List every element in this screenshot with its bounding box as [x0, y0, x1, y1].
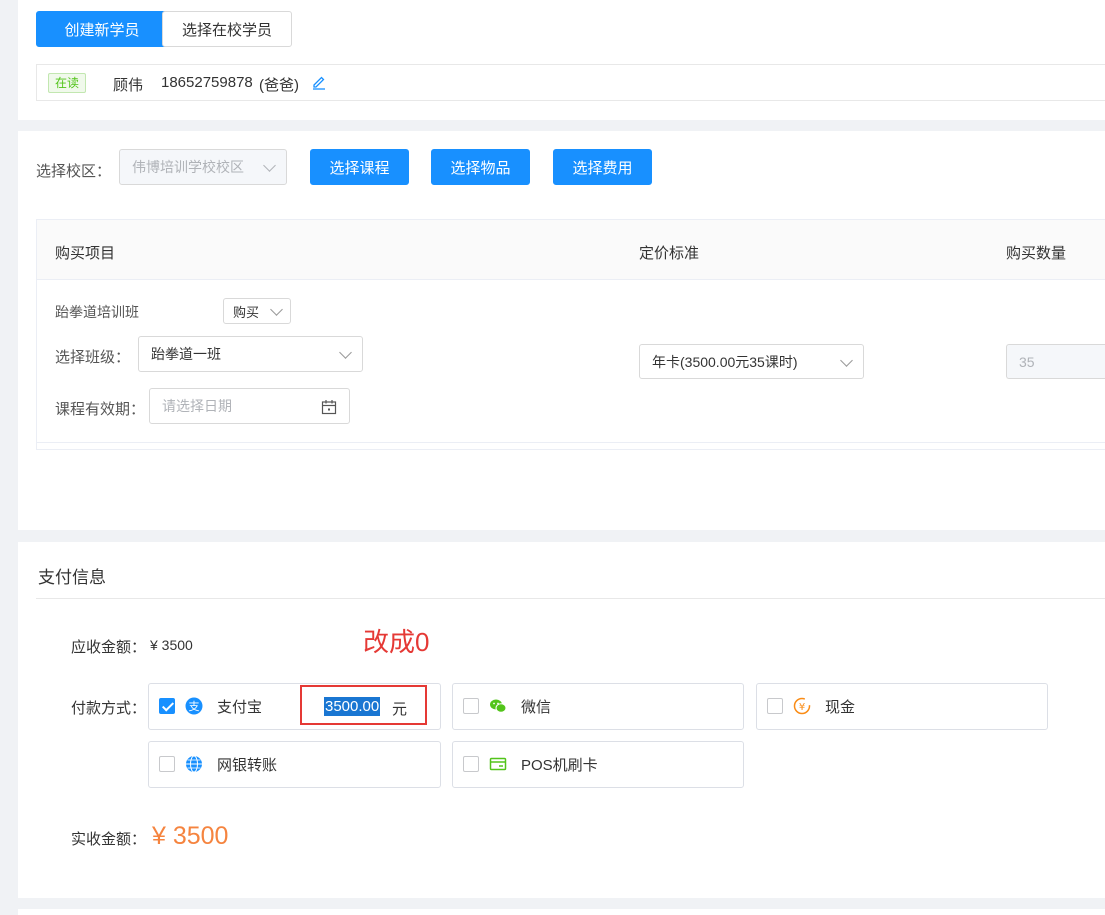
validity-placeholder: 请选择日期: [162, 398, 232, 414]
payment-option-alipay[interactable]: 支 支付宝 3500.00 元: [148, 683, 441, 730]
divider: [36, 598, 1105, 599]
column-header-quantity: 购买数量: [1006, 245, 1067, 262]
validity-date-input[interactable]: 请选择日期: [149, 388, 350, 424]
validity-label: 课程有效期：: [55, 401, 146, 418]
section-title: 支付信息: [38, 568, 106, 587]
student-name: 顾伟: [113, 77, 144, 94]
cash-checkbox[interactable]: [767, 698, 783, 714]
online-banking-label: 网银转账: [217, 757, 278, 774]
campus-label: 选择校区：: [36, 163, 112, 180]
course-name: 跆拳道培训班: [55, 304, 139, 320]
actual-amount-value: ¥ 3500: [152, 822, 229, 850]
alipay-checkbox[interactable]: [159, 698, 175, 714]
pos-checkbox[interactable]: [463, 756, 479, 772]
alipay-amount-input[interactable]: 3500.00 元: [300, 685, 427, 725]
payment-method-label: 付款方式：: [71, 700, 147, 717]
alipay-amount-unit: 元: [392, 701, 408, 718]
chevron-down-icon: [263, 159, 276, 172]
alipay-icon: 支: [185, 697, 203, 715]
table-row: 跆拳道培训班 购买 选择班级： 跆拳道一班 课程有效期： 请选择日期 年卡(35…: [37, 280, 1105, 443]
student-info-bar: 在读 顾伟 18652759878 (爸爸): [36, 64, 1105, 101]
wechat-icon: [489, 697, 507, 715]
wechat-checkbox[interactable]: [463, 698, 479, 714]
select-student-button[interactable]: 选择在校学员: [162, 11, 292, 47]
chevron-down-icon: [270, 303, 283, 316]
payment-option-online-banking[interactable]: 网银转账: [148, 741, 441, 788]
bottom-panel: [18, 909, 1105, 915]
payment-option-wechat[interactable]: 微信: [452, 683, 744, 730]
buy-type-value: 购买: [233, 304, 260, 320]
calendar-icon: [321, 399, 337, 415]
receivable-value: ¥ 3500: [150, 637, 193, 653]
card-icon: [489, 755, 507, 773]
select-goods-button[interactable]: 选择物品: [431, 149, 530, 185]
cash-icon: ¥: [793, 697, 811, 715]
chevron-down-icon: [339, 346, 352, 359]
status-badge: 在读: [48, 73, 87, 93]
table-header: 购买项目 定价标准 购买数量: [37, 220, 1105, 280]
quantity-value: 35: [1019, 353, 1035, 370]
class-label: 选择班级：: [55, 349, 131, 366]
column-header-item: 购买项目: [55, 245, 116, 262]
globe-icon: [185, 755, 203, 773]
student-phone: 18652759878: [161, 74, 253, 91]
payment-panel: 支付信息 应收金额： ¥ 3500 改成0 付款方式： 支 支付宝 3500.0…: [18, 542, 1105, 898]
create-student-button[interactable]: 创建新学员: [36, 11, 168, 47]
payment-option-cash[interactable]: ¥ 现金: [756, 683, 1048, 730]
buy-type-select[interactable]: 购买: [223, 298, 291, 324]
column-header-price: 定价标准: [639, 245, 700, 262]
order-table: 购买项目 定价标准 购买数量 跆拳道培训班 购买 选择班级： 跆拳道一班 课程有…: [36, 219, 1105, 450]
select-fee-button[interactable]: 选择费用: [553, 149, 652, 185]
price-value: 年卡(3500.00元35课时): [652, 353, 798, 370]
actual-amount-label: 实收金额：: [71, 831, 147, 848]
online-banking-checkbox[interactable]: [159, 756, 175, 772]
cash-label: 现金: [825, 699, 856, 716]
campus-select: 伟博培训学校校区: [119, 149, 287, 185]
annotation-text: 改成0: [363, 627, 430, 657]
receivable-label: 应收金额：: [71, 639, 147, 656]
class-value: 跆拳道一班: [151, 346, 221, 362]
student-relation: (爸爸): [259, 77, 299, 94]
quantity-input[interactable]: 35: [1006, 344, 1105, 379]
svg-text:支: 支: [189, 700, 200, 713]
alipay-label: 支付宝: [217, 699, 263, 716]
price-select[interactable]: 年卡(3500.00元35课时): [639, 344, 864, 379]
edit-icon[interactable]: [311, 74, 327, 90]
wechat-label: 微信: [521, 699, 552, 716]
pos-label: POS机刷卡: [521, 757, 598, 774]
alipay-amount-value: 3500.00: [324, 697, 381, 716]
select-course-button[interactable]: 选择课程: [310, 149, 409, 185]
student-panel: 创建新学员 选择在校学员 在读 顾伟 18652759878 (爸爸): [18, 0, 1105, 120]
order-panel: 选择校区： 伟博培训学校校区 选择课程 选择物品 选择费用 购买项目 定价标准 …: [18, 131, 1105, 530]
chevron-down-icon: [840, 353, 853, 367]
payment-option-pos[interactable]: POS机刷卡: [452, 741, 744, 788]
class-select[interactable]: 跆拳道一班: [138, 336, 363, 372]
svg-text:¥: ¥: [799, 702, 805, 713]
campus-value: 伟博培训学校校区: [132, 159, 244, 175]
